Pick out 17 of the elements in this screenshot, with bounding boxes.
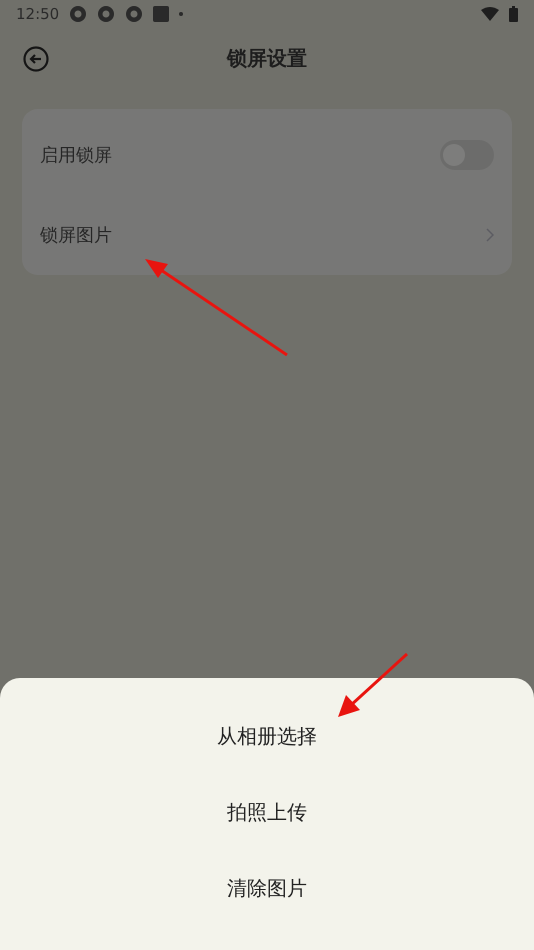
back-button[interactable] xyxy=(22,45,50,73)
dot-icon xyxy=(179,12,184,16)
sheet-option[interactable]: 从相册选择 xyxy=(197,698,337,774)
setting-label: 启用锁屏 xyxy=(40,144,112,167)
annotation-arrow xyxy=(338,652,408,717)
status-time: 12:50 xyxy=(16,5,60,23)
aperture-icon xyxy=(69,5,88,23)
setting-label: 锁屏图片 xyxy=(40,224,112,247)
aperture-icon xyxy=(125,5,144,23)
wifi-icon xyxy=(481,7,499,21)
battery-icon xyxy=(509,6,518,22)
square-icon xyxy=(153,6,170,22)
aperture-icon xyxy=(97,5,116,23)
sheet-option[interactable]: 拍照上传 xyxy=(207,774,327,850)
page-title: 锁屏设置 xyxy=(227,44,307,72)
sheet-option[interactable]: 清除图片 xyxy=(207,850,327,926)
chevron-right-icon[interactable] xyxy=(486,228,494,242)
